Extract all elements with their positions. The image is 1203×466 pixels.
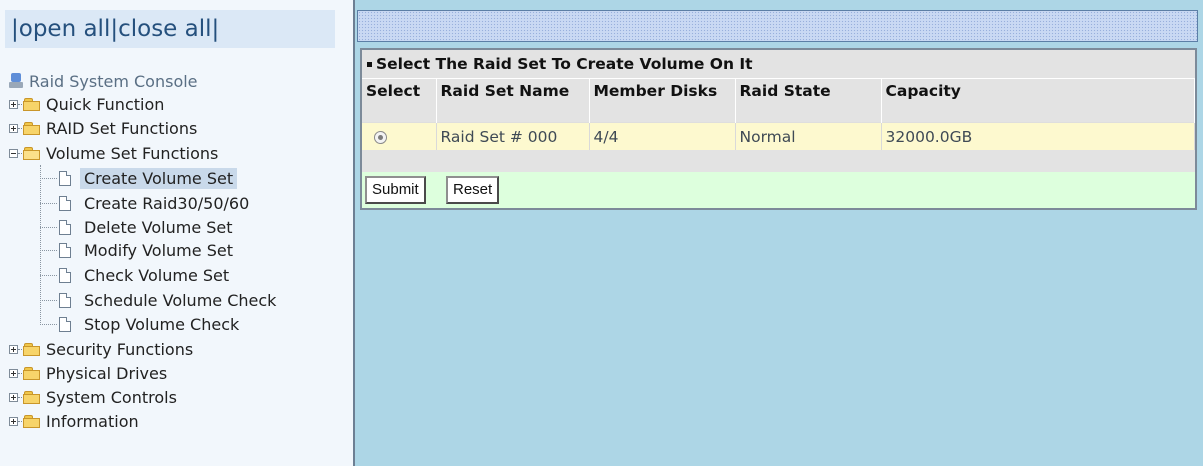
separator: | <box>110 16 119 42</box>
tree-node-label: RAID Set Functions <box>46 118 198 138</box>
content-pane: Select The Raid Set To Create Volume On … <box>355 0 1203 466</box>
column-header-raid-state: Raid State <box>735 78 882 123</box>
expand-icon[interactable] <box>9 344 18 354</box>
spacer-row <box>362 150 1195 172</box>
raid-set-radio[interactable] <box>374 130 387 144</box>
console-icon <box>9 73 23 89</box>
document-icon <box>59 267 71 283</box>
tree-node-information[interactable]: Information <box>9 409 139 433</box>
tree-node-quick-function[interactable]: Quick Function <box>9 92 164 116</box>
tree-item-label: Create Volume Set <box>80 167 238 189</box>
table-header-row: Select Raid Set Name Member Disks Raid S… <box>362 78 1195 123</box>
select-cell <box>362 122 437 151</box>
tree-node-volume-set-functions[interactable]: Volume Set Functions <box>9 141 218 165</box>
select-raid-set-panel: Select The Raid Set To Create Volume On … <box>360 48 1197 210</box>
document-icon <box>59 170 71 186</box>
folder-icon <box>23 342 41 356</box>
document-icon <box>59 219 71 235</box>
panel-title: Select The Raid Set To Create Volume On … <box>362 50 1195 78</box>
document-icon <box>59 292 71 308</box>
table-row: Raid Set # 000 4/4 Normal 32000.0GB <box>362 122 1195 151</box>
folder-icon <box>23 390 41 404</box>
bullet-icon <box>367 62 372 67</box>
tree-item-check-volume-set[interactable]: Check Volume Set <box>40 263 233 287</box>
tree-item-create-volume-set[interactable]: Create Volume Set <box>40 166 238 190</box>
raid-set-table: Select Raid Set Name Member Disks Raid S… <box>362 78 1195 151</box>
expand-icon[interactable] <box>9 99 18 109</box>
tree-node-system-controls[interactable]: System Controls <box>9 385 177 409</box>
expand-icon[interactable] <box>9 368 18 378</box>
folder-icon <box>23 121 41 135</box>
button-row: Submit Reset <box>362 172 1195 208</box>
column-header-member-disks: Member Disks <box>589 78 736 123</box>
folder-open-icon <box>23 146 41 160</box>
document-icon <box>59 242 71 258</box>
tree-item-label: Check Volume Set <box>84 265 230 285</box>
expand-icon[interactable] <box>9 123 18 133</box>
panel-title-text: Select The Raid Set To Create Volume On … <box>376 55 753 73</box>
tree-node-label: Information <box>46 411 139 431</box>
tree-item-stop-volume-check[interactable]: Stop Volume Check <box>40 312 243 336</box>
collapse-icon[interactable] <box>9 148 18 158</box>
tree-item-modify-volume-set[interactable]: Modify Volume Set <box>40 238 237 262</box>
navigation-pane: |open all|close all| Raid System Console… <box>0 0 355 466</box>
raid-set-name-cell: Raid Set # 000 <box>436 122 590 151</box>
folder-icon <box>23 414 41 428</box>
open-close-bar: |open all|close all| <box>5 10 335 48</box>
tree-node-label: Physical Drives <box>46 363 168 383</box>
close-all-link[interactable]: close all <box>118 16 211 42</box>
separator: | <box>211 16 220 42</box>
tree-node-label: Volume Set Functions <box>46 143 219 163</box>
column-header-select: Select <box>362 78 437 123</box>
tree-root-label: Raid System Console <box>29 71 198 91</box>
tree-node-label: System Controls <box>46 387 177 407</box>
tree-item-label: Schedule Volume Check <box>84 290 277 310</box>
tree-item-label: Modify Volume Set <box>84 240 233 260</box>
folder-icon <box>23 366 41 380</box>
submit-button[interactable]: Submit <box>365 176 426 204</box>
tree-node-raid-set-functions[interactable]: RAID Set Functions <box>9 116 197 140</box>
column-header-raid-set-name: Raid Set Name <box>436 78 590 123</box>
raid-state-cell: Normal <box>735 122 882 151</box>
capacity-cell: 32000.0GB <box>881 122 1195 151</box>
open-all-link[interactable]: open all <box>19 16 111 42</box>
tree-item-label: Create Raid30/50/60 <box>84 193 250 213</box>
document-icon <box>59 316 71 332</box>
reset-button[interactable]: Reset <box>446 176 500 204</box>
tree-node-label: Quick Function <box>46 94 165 114</box>
separator: | <box>11 16 19 42</box>
tree-item-label: Delete Volume Set <box>84 217 233 237</box>
folder-icon <box>23 97 41 111</box>
tree-root[interactable]: Raid System Console <box>9 69 198 93</box>
tree-item-label: Stop Volume Check <box>84 314 240 334</box>
tree-node-label: Security Functions <box>46 339 194 359</box>
member-disks-cell: 4/4 <box>589 122 736 151</box>
tree-node-physical-drives[interactable]: Physical Drives <box>9 361 167 385</box>
tree-item-delete-volume-set[interactable]: Delete Volume Set <box>40 215 237 239</box>
tree-item-create-raid30-50-60[interactable]: Create Raid30/50/60 <box>40 191 253 215</box>
expand-icon[interactable] <box>9 392 18 402</box>
document-icon <box>59 195 71 211</box>
header-bar <box>357 10 1198 42</box>
tree-item-schedule-volume-check[interactable]: Schedule Volume Check <box>40 288 280 312</box>
column-header-capacity: Capacity <box>881 78 1195 123</box>
tree-node-security-functions[interactable]: Security Functions <box>9 337 193 361</box>
expand-icon[interactable] <box>9 416 18 426</box>
